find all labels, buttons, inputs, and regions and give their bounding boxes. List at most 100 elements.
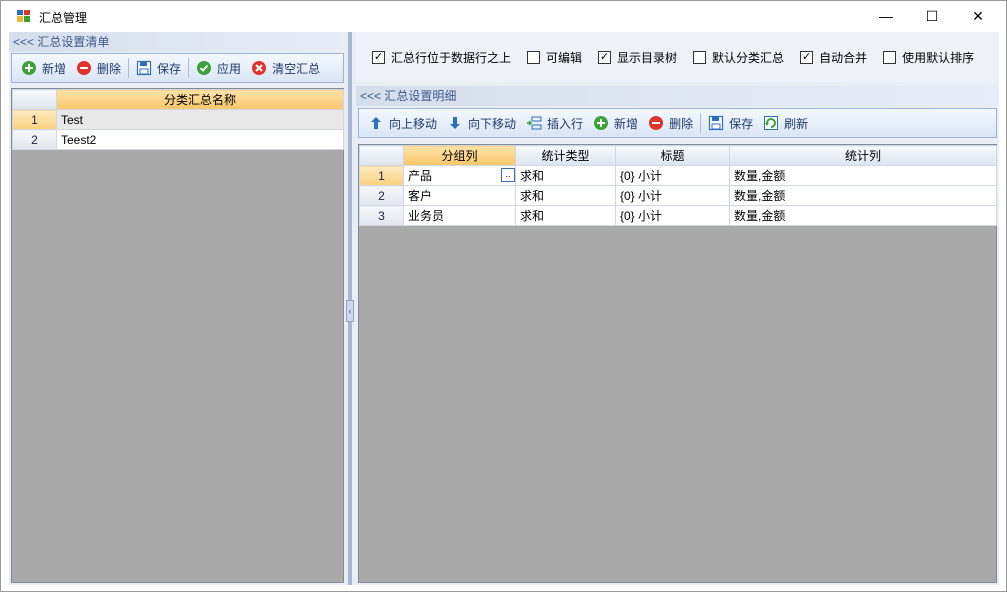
toolbar-separator — [128, 58, 130, 78]
detail-table: 分组列 统计类型 标题 统计列 1 产品 .. 求和 {0} 小计 数量,金额 … — [359, 145, 997, 226]
right-section-title: <<< 汇总设置明细 — [360, 89, 457, 103]
option-label: 可编辑 — [546, 50, 583, 65]
client-area: <<< 汇总设置清单 新增 删除 保存 应用 清空汇总 分类汇总名称 1 Tes… — [9, 32, 999, 585]
option-3[interactable]: 默认分类汇总 — [693, 49, 784, 66]
option-label: 默认分类汇总 — [712, 50, 785, 65]
close-icon: ✕ — [972, 7, 984, 24]
left-save-button[interactable]: 保存 — [131, 56, 186, 80]
column-header-stat[interactable]: 统计列 — [729, 145, 997, 166]
refresh-icon — [763, 115, 779, 131]
row-header[interactable]: 2 — [12, 129, 57, 150]
cell-group-text: 产品 — [408, 169, 433, 183]
left-pane: <<< 汇总设置清单 新增 删除 保存 应用 清空汇总 分类汇总名称 1 Tes… — [9, 32, 346, 585]
table-row[interactable]: 1 Test — [12, 109, 344, 130]
cell-group[interactable]: 客户 — [403, 185, 516, 206]
plus-circle-icon — [21, 60, 37, 76]
right-section-header[interactable]: <<< 汇总设置明细 — [356, 86, 976, 106]
column-header-name[interactable]: 分类汇总名称 — [56, 89, 344, 110]
cell-stat[interactable]: 数量,金额 — [729, 185, 997, 206]
row-header[interactable]: 1 — [12, 109, 57, 130]
cell-stat[interactable]: 数量,金额 — [729, 165, 997, 186]
close-button[interactable]: ✕ — [955, 1, 1001, 31]
left-add-button[interactable]: 新增 — [16, 56, 71, 80]
checkbox-checked-icon[interactable]: ✓ — [372, 50, 385, 64]
column-header-group[interactable]: 分组列 — [403, 145, 516, 166]
row-header[interactable]: 3 — [359, 205, 404, 226]
left-clear-button[interactable]: 清空汇总 — [246, 56, 325, 80]
row-header[interactable]: 2 — [359, 185, 404, 206]
cell-title[interactable]: {0} 小计 — [615, 205, 730, 226]
cell-group[interactable]: 业务员 — [403, 205, 516, 226]
option-4[interactable]: ✓ 自动合并 — [800, 49, 867, 66]
grid-corner[interactable] — [359, 145, 404, 166]
right-refresh-button[interactable]: 刷新 — [758, 111, 813, 135]
grid-header-row: 分类汇总名称 — [12, 89, 344, 110]
cell-stat[interactable]: 数量,金额 — [729, 205, 997, 226]
left-section-header[interactable]: <<< 汇总设置清单 — [9, 32, 329, 52]
option-5[interactable]: 使用默认排序 — [883, 49, 974, 66]
option-0[interactable]: ✓ 汇总行位于数据行之上 — [372, 49, 511, 66]
right-move-up-label: 向上移动 — [389, 116, 438, 131]
right-refresh-label: 刷新 — [784, 116, 809, 131]
cell-type[interactable]: 求和 — [515, 185, 616, 206]
cell-title[interactable]: {0} 小计 — [615, 185, 730, 206]
cell-group[interactable]: 产品 .. — [403, 165, 516, 186]
minimize-button[interactable]: — — [863, 1, 909, 31]
right-move-down-label: 向下移动 — [468, 116, 517, 131]
column-header-type[interactable]: 统计类型 — [515, 145, 616, 166]
option-label: 汇总行位于数据行之上 — [391, 50, 512, 65]
minus-circle-icon — [76, 60, 92, 76]
option-label: 显示目录树 — [617, 50, 678, 65]
options-bar: ✓ 汇总行位于数据行之上 可编辑 ✓ 显示目录树 默认分类汇总 ✓ 自动合并 使用默认排序 — [356, 32, 999, 82]
app-window: 汇总管理 — ☐ ✕ <<< 汇总设置清单 新增 删除 保存 应用 清空汇总 分类汇总名… — [0, 0, 1007, 592]
save-icon — [708, 115, 724, 131]
arrow-up-icon — [368, 115, 384, 131]
left-delete-button[interactable]: 删除 — [71, 56, 126, 80]
right-add-button[interactable]: 新增 — [588, 111, 643, 135]
title-bar: 汇总管理 — ☐ ✕ — [1, 1, 1006, 32]
checkbox-unchecked-icon[interactable] — [527, 50, 541, 64]
minimize-icon: — — [879, 8, 893, 24]
maximize-button[interactable]: ☐ — [909, 1, 955, 31]
ellipsis-button[interactable]: .. — [501, 168, 515, 182]
table-row[interactable]: 3 业务员 求和 {0} 小计 数量,金额 — [359, 205, 997, 226]
right-insert-row-button[interactable]: 插入行 — [521, 111, 588, 135]
option-label: 使用默认排序 — [902, 50, 975, 65]
checkbox-checked-icon[interactable]: ✓ — [598, 50, 612, 64]
left-apply-button[interactable]: 应用 — [191, 56, 246, 80]
left-clear-label: 清空汇总 — [272, 61, 321, 76]
cell-name[interactable]: Test — [56, 109, 344, 130]
table-row[interactable]: 2 Teest2 — [12, 129, 344, 150]
left-apply-label: 应用 — [217, 61, 242, 76]
option-1[interactable]: 可编辑 — [527, 49, 582, 66]
grid-corner[interactable] — [12, 89, 57, 110]
collapse-grip-icon[interactable]: ‹ — [346, 300, 354, 322]
cell-name[interactable]: Teest2 — [56, 129, 344, 150]
right-save-label: 保存 — [729, 116, 754, 131]
app-icon — [17, 10, 30, 22]
checkbox-checked-icon[interactable]: ✓ — [800, 50, 814, 64]
right-move-down-button[interactable]: 向下移动 — [442, 111, 521, 135]
right-save-button[interactable]: 保存 — [703, 111, 758, 135]
option-2[interactable]: ✓ 显示目录树 — [598, 49, 677, 66]
right-move-up-button[interactable]: 向上移动 — [363, 111, 442, 135]
x-circle-icon — [251, 60, 267, 76]
column-header-title[interactable]: 标题 — [615, 145, 730, 166]
cell-type[interactable]: 求和 — [515, 205, 616, 226]
checkbox-unchecked-icon[interactable] — [883, 50, 897, 64]
pane-splitter[interactable]: ‹ — [346, 32, 355, 585]
left-save-label: 保存 — [157, 61, 182, 76]
arrow-down-icon — [447, 115, 463, 131]
right-delete-button[interactable]: 删除 — [643, 111, 698, 135]
checkbox-unchecked-icon[interactable] — [693, 50, 707, 64]
right-insert-row-label: 插入行 — [547, 116, 584, 131]
row-header[interactable]: 1 — [359, 165, 404, 186]
table-row[interactable]: 2 客户 求和 {0} 小计 数量,金额 — [359, 185, 997, 206]
right-toolbar: 向上移动 向下移动 插入行 新增 删除 保存 刷新 — [358, 108, 997, 138]
detail-grid: 分组列 统计类型 标题 统计列 1 产品 .. 求和 {0} 小计 数量,金额 … — [358, 144, 997, 583]
check-circle-icon — [196, 60, 212, 76]
summary-list-table: 分类汇总名称 1 Test 2 Teest2 — [12, 89, 344, 150]
cell-title[interactable]: {0} 小计 — [615, 165, 730, 186]
cell-type[interactable]: 求和 — [515, 165, 616, 186]
table-row[interactable]: 1 产品 .. 求和 {0} 小计 数量,金额 — [359, 165, 997, 186]
